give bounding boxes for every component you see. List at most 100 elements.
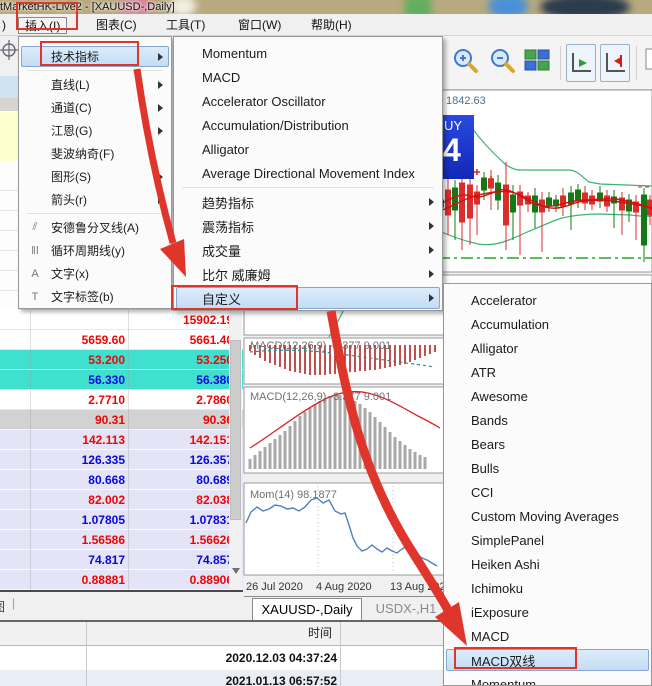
insert-menu-item-10[interactable]: ǁǀ 循环周期线(y): [19, 239, 171, 262]
macd1-label: MACD(12,26,9) -3.377 9.001: [250, 340, 391, 352]
menu-item-label: Average Directional Movement Index: [202, 166, 415, 181]
menu-item-label: 箭头(r): [51, 191, 87, 208]
time-column-header[interactable]: 时间: [88, 622, 332, 645]
menu-item-label: Alligator: [471, 341, 518, 356]
insert-menu-item-9[interactable]: ⫽ 安德鲁分叉线(A): [19, 216, 171, 239]
text-icon: A: [27, 268, 43, 280]
custom-menu-item-13[interactable]: iExposure: [444, 600, 651, 624]
candle-body: [453, 188, 458, 210]
terminal-panel: 时间 2020.12.03 04:37:24 2021.01.13 06:57:…: [0, 620, 443, 686]
menu-item-label: Accumulation: [471, 317, 549, 332]
indicators-menu-item-4[interactable]: Alligator: [174, 137, 442, 161]
candle-body: [482, 178, 487, 190]
menu-item-label: 安德鲁分叉线(A): [51, 219, 139, 236]
tab-xauusd-daily[interactable]: XAUUSD-,Daily: [252, 598, 362, 621]
menu-item-label: iExposure: [471, 605, 529, 620]
submenu-arrow-icon: [429, 294, 434, 302]
candle-body: [475, 192, 480, 204]
menu-item-label: Ichimoku: [471, 581, 523, 596]
indicators-menu-item-8[interactable]: 震荡指标: [174, 214, 442, 238]
custom-menu-item-8[interactable]: CCI: [444, 480, 651, 504]
insert-menu-item-2[interactable]: 直线(L): [19, 73, 171, 96]
cycle-lines-icon: ǁǀ: [27, 245, 43, 257]
indicators-menu-item-10[interactable]: 比尔 威廉姆: [174, 262, 442, 286]
market-watch-scrollbar[interactable]: [229, 310, 242, 590]
custom-menu-item-14[interactable]: MACD: [444, 624, 651, 648]
custom-menu-item-0[interactable]: Accelerator: [444, 288, 651, 312]
menu-item-label: 直线(L): [51, 76, 90, 93]
menu-item-label: Alligator: [202, 142, 249, 157]
menu-item-label: Bands: [471, 413, 508, 428]
insert-menu-item-4[interactable]: 江恩(G): [19, 119, 171, 142]
menu-item-label: Awesome: [471, 389, 528, 404]
custom-menu-item-2[interactable]: Alligator: [444, 336, 651, 360]
menu-item-label: 技术指标: [51, 48, 99, 65]
time-cell: 2020.12.03 04:37:24: [88, 647, 337, 669]
submenu-arrow-icon: [158, 196, 163, 204]
pitchfork-icon: ⫽: [27, 221, 43, 234]
menu-item-label: MACD双线: [471, 651, 535, 670]
menu-item-label: 图形(S): [51, 168, 91, 185]
submenu-arrow-icon: [158, 173, 163, 181]
custom-menu-item-9[interactable]: Custom Moving Averages: [444, 504, 651, 528]
custom-menu-item-4[interactable]: Awesome: [444, 384, 651, 408]
submenu-arrow-icon: [158, 53, 163, 61]
table-row[interactable]: 2021.01.13 06:57:52: [0, 670, 443, 686]
submenu-arrow-icon: [429, 198, 434, 206]
indicators-menu-item-3[interactable]: Accumulation/Distribution: [174, 113, 442, 137]
menu-item-label: Momentum: [202, 46, 267, 61]
custom-menu-item-15[interactable]: MACD双线: [444, 648, 651, 672]
menu-item-label: Bears: [471, 437, 505, 452]
menu-separator: [27, 213, 163, 214]
custom-menu-item-7[interactable]: Bulls: [444, 456, 651, 480]
date-axis-label: 4 Aug 2020: [316, 581, 372, 593]
indicators-menu-item-2[interactable]: Accelerator Oscillator: [174, 89, 442, 113]
scroll-down-icon[interactable]: [232, 568, 240, 574]
menu-item-label: 循环周期线(y): [51, 242, 125, 259]
menu-item-label: Accelerator Oscillator: [202, 94, 326, 109]
insert-menu-item-0[interactable]: 技术指标: [19, 45, 171, 68]
insert-menu-item-7[interactable]: 箭头(r): [19, 188, 171, 211]
candle-body: [576, 190, 581, 200]
custom-menu-item-11[interactable]: Heiken Ashi: [444, 552, 651, 576]
custom-menu-item-10[interactable]: SimplePanel: [444, 528, 651, 552]
menu-item-label: 江恩(G): [51, 122, 92, 139]
custom-menu-item-5[interactable]: Bands: [444, 408, 651, 432]
indicators-menu-item-7[interactable]: 趋势指标: [174, 190, 442, 214]
menu-item-label: 通道(C): [51, 99, 92, 116]
insert-menu-item-3[interactable]: 通道(C): [19, 96, 171, 119]
indicators-menu-item-0[interactable]: Momentum: [174, 41, 442, 65]
custom-menu-item-16[interactable]: Momentum: [444, 672, 651, 686]
submenu-arrow-icon: [158, 127, 163, 135]
menu-item-label: 文字标签(b): [51, 288, 114, 305]
custom-menu-item-12[interactable]: Ichimoku: [444, 576, 651, 600]
insert-menu-item-6[interactable]: 图形(S): [19, 165, 171, 188]
market-watch-bottom-border: [0, 590, 243, 592]
custom-indicators-submenu: Accelerator Accumulation Alligator ATR Aweso…: [443, 283, 652, 686]
indicators-menu-item-9[interactable]: 成交量: [174, 238, 442, 262]
menu-item-label: SimplePanel: [471, 533, 544, 548]
table-row[interactable]: 2020.12.03 04:37:24: [0, 647, 443, 669]
column-divider: [340, 622, 341, 686]
menu-item-label: Custom Moving Averages: [471, 509, 619, 524]
insert-menu-item-5[interactable]: 斐波纳奇(F): [19, 142, 171, 165]
menu-item-label: MACD: [202, 70, 240, 85]
candle-body: [446, 190, 451, 215]
menu-item-label: 成交量: [202, 241, 241, 260]
menu-item-label: MACD: [471, 629, 509, 644]
indicators-menu-item-11[interactable]: 自定义: [174, 286, 442, 310]
indicators-menu-item-5[interactable]: Average Directional Movement Index: [174, 161, 442, 185]
custom-menu-item-6[interactable]: Bears: [444, 432, 651, 456]
scrollbar-thumb[interactable]: [230, 340, 241, 520]
indicators-menu-item-1[interactable]: MACD: [174, 65, 442, 89]
candle-body: [642, 195, 647, 245]
menu-item-label: 斐波纳奇(F): [51, 145, 114, 162]
candle-body: [468, 185, 473, 218]
custom-menu-item-1[interactable]: Accumulation: [444, 312, 651, 336]
application-window: tMarketHK-Live2 - [XAUUSD-,Daily] ) 插入(I…: [0, 0, 652, 686]
time-cell: 2021.01.13 06:57:52: [88, 670, 337, 686]
insert-menu-item-11[interactable]: A文字(x): [19, 262, 171, 285]
tab-usdx-h1[interactable]: USDX-,H1: [366, 598, 446, 621]
custom-menu-item-3[interactable]: ATR: [444, 360, 651, 384]
insert-menu-item-12[interactable]: T文字标签(b): [19, 285, 171, 308]
